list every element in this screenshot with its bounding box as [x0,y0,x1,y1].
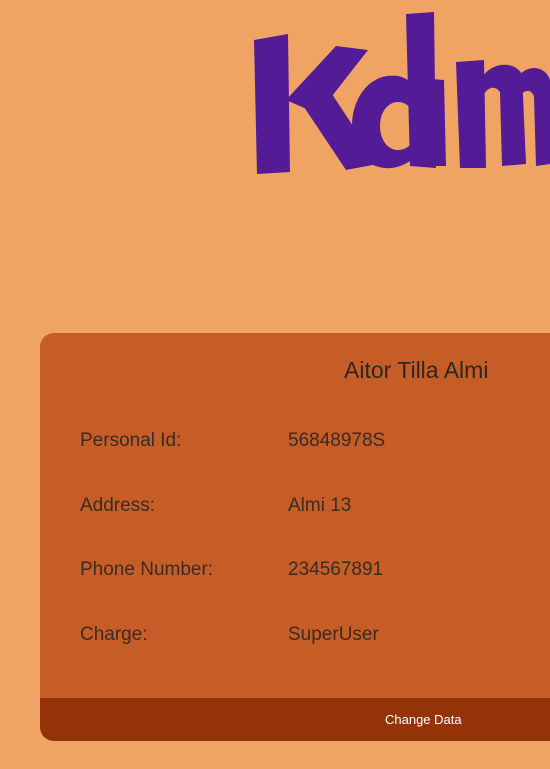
phone-number-label: Phone Number: [80,559,214,580]
profile-name: Aitor Tilla Almi [344,357,489,383]
personal-id-label: Personal Id: [80,430,182,451]
change-data-button[interactable]: Change Data [385,712,462,727]
card-footer: Change Data [40,698,550,741]
profile-card: Aitor Tilla Almi Personal Id: 56848978S … [40,333,550,741]
charge-value: SuperUser [288,624,379,645]
address-value: Almi 13 [288,495,352,516]
charge-label: Charge: [80,624,148,645]
kalm-logo [250,8,550,178]
personal-id-value: 56848978S [288,430,386,451]
phone-number-value: 234567891 [288,559,384,580]
address-label: Address: [80,495,155,516]
